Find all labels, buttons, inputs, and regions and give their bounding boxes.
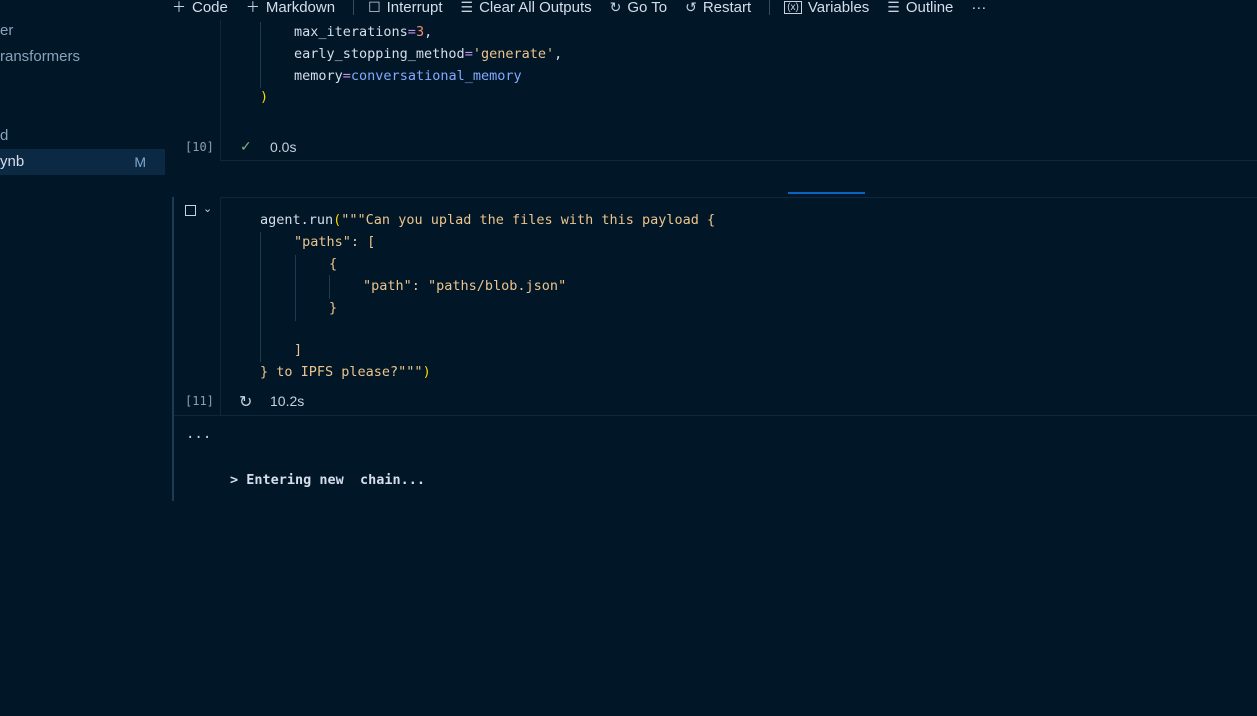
restart-icon: ↺: [685, 0, 697, 15]
execution-count: [11]: [185, 394, 214, 408]
cell-border: [220, 197, 221, 415]
notebook-toolbar: ＋ Code ＋ Markdown ☐ Interrupt ☰ Clear All Ou…: [172, 0, 1004, 20]
cell-border: [220, 20, 221, 160]
stop-icon: ☐: [368, 0, 381, 15]
go-to-button[interactable]: ↻ Go To: [610, 0, 667, 16]
file-label: ransformers: [0, 48, 81, 65]
cell-output-text: > Entering new chain...: [230, 472, 426, 488]
restart-button[interactable]: ↺ Restart: [685, 0, 751, 16]
label: Restart: [702, 0, 752, 16]
label: Interrupt: [386, 0, 443, 16]
cell-border: [174, 415, 1257, 416]
file-item[interactable]: ransformers: [0, 44, 165, 70]
label: Go To: [627, 0, 668, 16]
output-actions-button[interactable]: ...: [186, 426, 211, 442]
cell-select-checkbox[interactable]: [185, 205, 196, 216]
divider: [769, 0, 771, 15]
variables-icon: (x): [784, 0, 802, 14]
label: Code: [192, 0, 228, 16]
indent-guide: [260, 22, 261, 88]
file-item[interactable]: er: [0, 18, 165, 44]
outline-button[interactable]: ☰ Outline: [887, 0, 953, 16]
clear-all-outputs-button[interactable]: ☰ Clear All Outputs: [461, 0, 592, 16]
file-label: d: [0, 127, 9, 144]
label: Outline: [905, 0, 954, 16]
more-actions-button[interactable]: ···: [971, 0, 986, 16]
label: Clear All Outputs: [479, 0, 592, 16]
plus-icon: ＋: [172, 0, 186, 15]
more-icon: ···: [971, 0, 987, 16]
active-cell-indicator: [172, 197, 174, 501]
interrupt-button[interactable]: ☐ Interrupt: [368, 0, 442, 16]
success-check-icon: ✓: [240, 138, 252, 154]
running-spinner-icon: ↻: [239, 394, 253, 411]
progress-bar: [788, 192, 865, 194]
plus-icon: ＋: [245, 0, 260, 15]
file-item-selected[interactable]: ynb M: [0, 149, 165, 175]
execution-time: 10.2s: [270, 393, 305, 409]
label: Markdown: [265, 0, 336, 16]
execution-count: [10]: [185, 140, 214, 154]
indent-guide: [329, 275, 330, 299]
indent-guide: [295, 255, 296, 321]
variables-button[interactable]: (x) Variables: [784, 0, 869, 16]
add-code-button[interactable]: ＋ Code: [172, 0, 228, 17]
file-label: er: [0, 22, 14, 39]
file-label: ynb: [0, 153, 25, 170]
execution-time: 0.0s: [270, 139, 297, 155]
add-markdown-button[interactable]: ＋ Markdown: [246, 0, 335, 17]
clear-all-icon: ☰: [460, 0, 474, 15]
file-item[interactable]: d: [0, 123, 165, 149]
cell-border: [220, 160, 1257, 161]
indent-guide: [260, 232, 261, 362]
sync-icon: ↻: [609, 0, 622, 15]
modified-badge: M: [134, 154, 146, 170]
chevron-down-icon[interactable]: ⌄: [203, 202, 212, 215]
explorer-sidebar: er ransformers d ynb M: [0, 0, 165, 716]
cell-border: [220, 197, 1257, 198]
divider: [353, 0, 355, 15]
label: Variables: [807, 0, 870, 16]
outline-icon: ☰: [887, 0, 900, 15]
